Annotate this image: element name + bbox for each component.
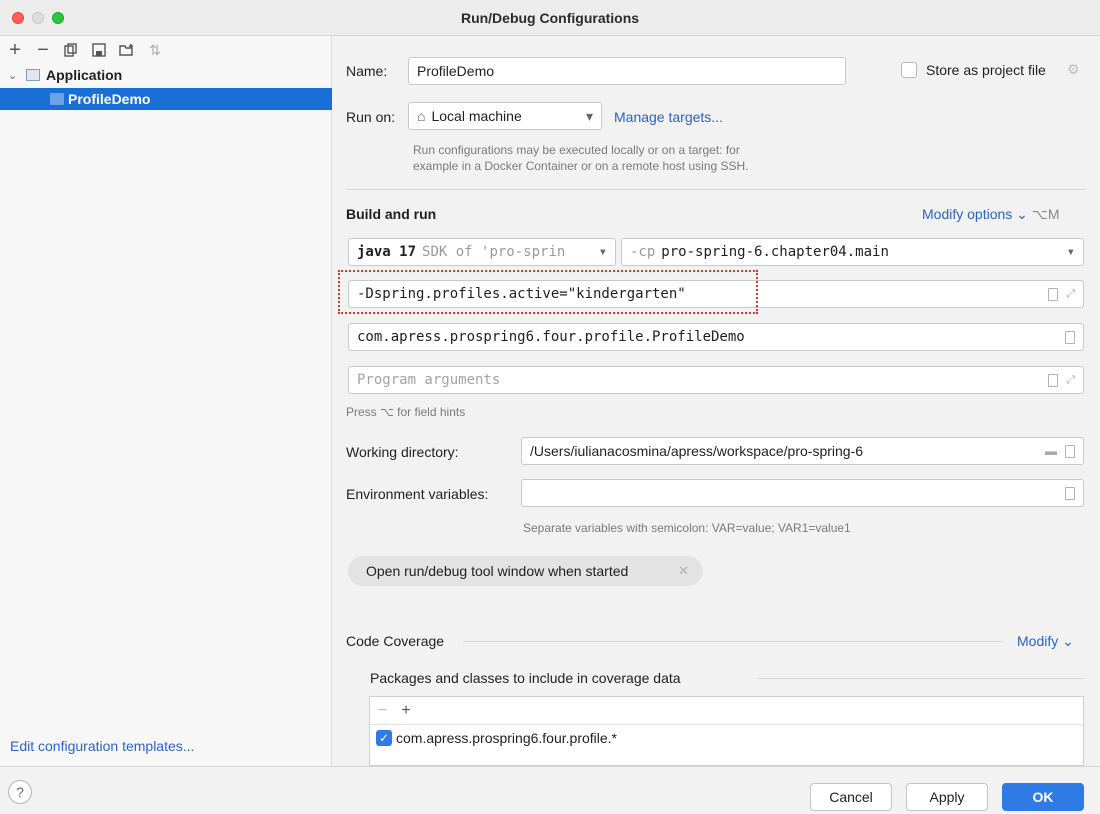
coverage-modify-link[interactable]: Modify ⌄ (1017, 633, 1074, 650)
title-bar: Run/Debug Configurations (0, 0, 1100, 36)
coverage-item-label: com.apress.prospring6.four.profile.* (396, 730, 617, 746)
program-arguments-field[interactable]: Program arguments ⤢ (348, 366, 1084, 394)
chevron-down-icon[interactable]: ⌄ (8, 69, 20, 82)
divider (463, 641, 1003, 642)
tree-item-label: ProfileDemo (68, 91, 151, 107)
jdk-description: SDK of 'pro-sprin (422, 244, 566, 260)
tree-group-application[interactable]: ⌄ Application (0, 65, 332, 85)
save-icon[interactable] (90, 41, 108, 59)
config-form: Name: ProfileDemo Store as project file … (333, 36, 1100, 766)
apply-button[interactable]: Apply (906, 783, 988, 811)
chevron-down-icon: ▾ (585, 107, 593, 124)
jdk-select[interactable]: java 17 SDK of 'pro-sprin ▾ (348, 238, 616, 266)
store-as-project-checkbox[interactable] (901, 62, 917, 78)
copy-icon[interactable] (62, 41, 80, 59)
classpath-select[interactable]: -cp pro-spring-6.chapter04.main ▾ (621, 238, 1084, 266)
classpath-prefix: -cp (630, 244, 656, 260)
working-directory-label: Working directory: (346, 444, 459, 460)
window-title: Run/Debug Configurations (460, 10, 640, 26)
chevron-down-icon: ▾ (598, 244, 607, 260)
ok-button[interactable]: OK (1002, 783, 1084, 811)
coverage-modify-label: Modify (1017, 633, 1059, 649)
help-button[interactable]: ? (8, 780, 32, 804)
run-on-hint-1: Run configurations may be executed local… (413, 143, 740, 157)
modify-options-shortcut: ⌥M (1031, 206, 1060, 222)
manage-targets-link[interactable]: Manage targets... (614, 109, 723, 125)
working-directory-value: /Users/iulianacosmina/apress/workspace/p… (530, 443, 864, 459)
classpath-value: pro-spring-6.chapter04.main (661, 244, 889, 260)
expand-icon[interactable]: ⤢ (1066, 287, 1075, 301)
field-hints-hint: Press ⌥ for field hints (346, 405, 466, 419)
divider (346, 189, 1086, 190)
sidebar: + − ⇅ ⌄ Application ProfileDemo Edit con… (0, 36, 332, 766)
jdk-version: java 17 (357, 244, 417, 260)
coverage-panel: − + ✓ com.apress.prospring6.four.profile… (369, 696, 1084, 766)
name-value: ProfileDemo (417, 63, 495, 79)
coverage-toolbar: − + (370, 697, 1083, 725)
main-class-field[interactable]: com.apress.prospring6.four.profile.Profi… (348, 323, 1084, 351)
home-icon: ⌂ (417, 108, 426, 124)
modify-options-label: Modify options (922, 206, 1013, 222)
cancel-button[interactable]: Cancel (810, 783, 892, 811)
document-icon[interactable] (1065, 486, 1075, 500)
expand-icon[interactable]: ⤢ (1066, 373, 1075, 387)
close-icon[interactable]: ✕ (678, 563, 689, 579)
packages-title: Packages and classes to include in cover… (370, 670, 681, 686)
build-run-title: Build and run (346, 206, 437, 222)
code-coverage-title: Code Coverage (346, 633, 445, 649)
folder-icon[interactable]: ▬ (1045, 444, 1057, 458)
dialog-footer: ? Cancel Apply OK (0, 766, 1100, 814)
move-into-folder-icon[interactable] (118, 41, 136, 59)
vm-options-highlight (338, 270, 758, 314)
environment-variables-hint: Separate variables with semicolon: VAR=v… (523, 521, 851, 535)
name-label: Name: (346, 63, 388, 79)
run-on-label: Run on: (346, 109, 396, 125)
chevron-down-icon: ▾ (1066, 244, 1075, 260)
working-directory-field[interactable]: /Users/iulianacosmina/apress/workspace/p… (521, 437, 1084, 465)
program-arguments-placeholder: Program arguments (357, 372, 501, 388)
remove-icon[interactable]: − (34, 39, 52, 61)
document-icon[interactable] (1048, 287, 1059, 301)
checkbox-checked[interactable]: ✓ (376, 730, 392, 746)
tree-group-label: Application (46, 67, 123, 83)
modify-options-link[interactable]: Modify options ⌄ ⌥M (922, 206, 1060, 223)
tree-item-profiledemo[interactable]: ProfileDemo (0, 88, 332, 110)
divider (758, 678, 1084, 679)
gear-icon[interactable]: ⚙ (1067, 61, 1080, 78)
document-icon[interactable] (1048, 373, 1059, 387)
run-on-hint-2: example in a Docker Container or on a re… (413, 159, 749, 173)
environment-variables-field[interactable] (521, 479, 1084, 507)
chevron-down-icon: ⌄ (1062, 633, 1074, 649)
name-field[interactable]: ProfileDemo (408, 57, 846, 85)
open-tool-window-label: Open run/debug tool window when started (366, 563, 629, 579)
sidebar-toolbar: + − ⇅ (6, 38, 164, 62)
add-icon[interactable]: + (401, 702, 410, 720)
sort-icon[interactable]: ⇅ (146, 41, 164, 59)
run-config-icon (50, 93, 64, 105)
application-folder-icon (26, 69, 40, 81)
environment-variables-label: Environment variables: (346, 486, 489, 502)
main-class-value: com.apress.prospring6.four.profile.Profi… (357, 329, 745, 345)
document-icon[interactable] (1065, 330, 1075, 344)
list-item[interactable]: ✓ com.apress.prospring6.four.profile.* (370, 725, 1083, 751)
run-on-select[interactable]: ⌂ Local machine ▾ (408, 102, 602, 130)
help-icon: ? (16, 784, 24, 800)
add-icon[interactable]: + (6, 39, 24, 61)
store-as-project-label: Store as project file (926, 62, 1046, 78)
remove-icon[interactable]: − (378, 702, 387, 720)
document-icon[interactable] (1065, 444, 1075, 458)
open-tool-window-chip[interactable]: Open run/debug tool window when started … (348, 556, 703, 586)
edit-templates-link[interactable]: Edit configuration templates... (10, 738, 194, 754)
run-on-value: Local machine (431, 108, 522, 124)
chevron-down-icon: ⌄ (1016, 206, 1032, 222)
